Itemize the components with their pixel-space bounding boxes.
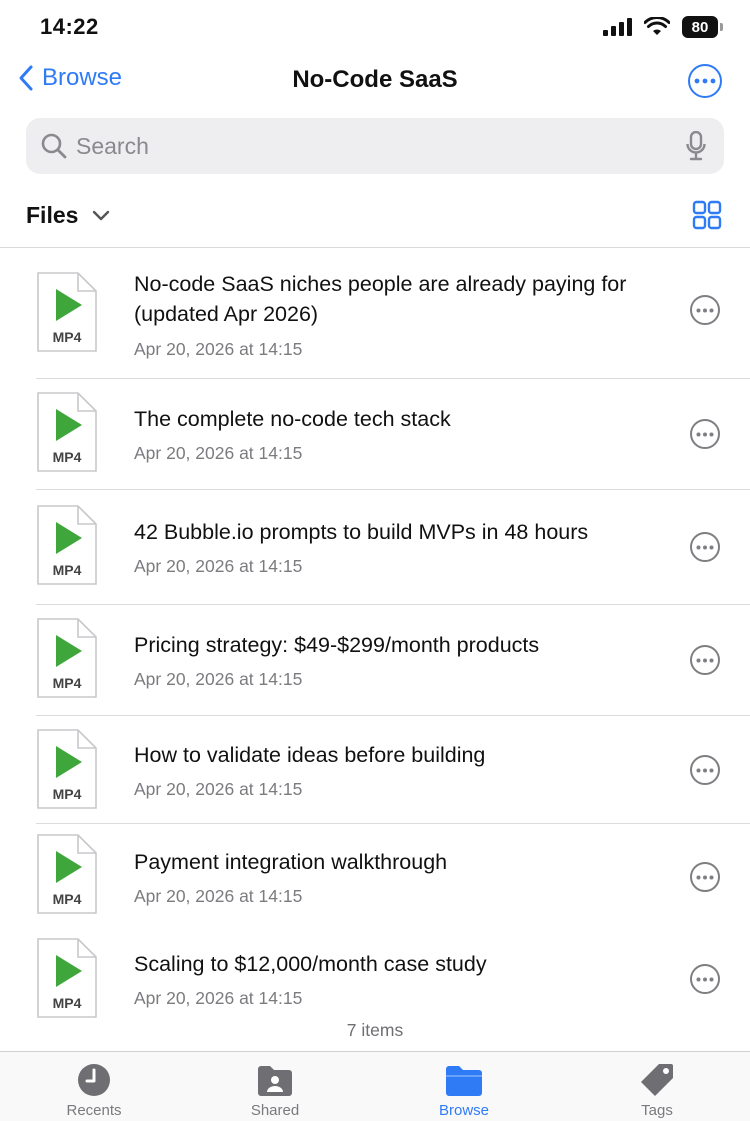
search-icon — [41, 133, 67, 159]
status-icons: 80 — [602, 16, 723, 38]
file-list: MP4 No-code SaaS niches people are alrea… — [0, 249, 750, 1027]
tab-label: Browse — [438, 1102, 490, 1119]
tab-label: Shared — [250, 1102, 300, 1119]
files-sort-menu[interactable]: Files — [26, 202, 110, 229]
file-title: Scaling to $12,000/month case study — [134, 952, 487, 976]
file-date: Apr 20, 2026 at 14:15 — [134, 669, 303, 689]
status-bar: 14:22 80 — [0, 0, 750, 56]
file-row[interactable]: MP4 No-code SaaS niches people are alrea… — [0, 249, 750, 379]
file-more-button[interactable] — [690, 862, 720, 892]
file-title: Pricing strategy: $49-$299/month product… — [134, 633, 540, 657]
tab-tags[interactable]: Tags — [587, 1062, 727, 1119]
microphone-icon[interactable] — [686, 131, 706, 161]
file-extension: MP4 — [52, 329, 82, 345]
mp4-file-icon: MP4 — [36, 833, 98, 915]
file-date: Apr 20, 2026 at 14:15 — [134, 886, 303, 906]
file-extension: MP4 — [52, 449, 82, 465]
file-more-button[interactable] — [690, 532, 720, 562]
cellular-signal-icon — [603, 18, 632, 36]
file-extension: MP4 — [52, 786, 82, 802]
file-extension: MP4 — [52, 891, 82, 907]
mp4-file-icon: MP4 — [36, 617, 98, 699]
file-date: Apr 20, 2026 at 14:15 — [134, 779, 303, 799]
tag-icon — [641, 1064, 673, 1096]
ellipsis-icon — [696, 432, 714, 436]
more-options-button[interactable] — [688, 64, 722, 98]
status-time: 14:22 — [40, 14, 99, 39]
search-input[interactable] — [76, 130, 656, 162]
file-more-button[interactable] — [690, 419, 720, 449]
file-row[interactable]: MP4 Scaling to $12,000/month case study … — [0, 927, 750, 1027]
ellipsis-icon — [696, 545, 714, 549]
tab-bar: Recents Shared Browse Tags — [0, 1051, 750, 1121]
tab-label: Tags — [641, 1102, 673, 1119]
page-title: No-Code SaaS — [292, 66, 458, 93]
file-title: No-code SaaS niches people are already p… — [134, 272, 627, 326]
chevron-down-icon — [93, 210, 110, 220]
file-more-button[interactable] — [690, 755, 720, 785]
grid-view-icon[interactable] — [692, 200, 722, 230]
mp4-file-icon: MP4 — [36, 391, 98, 473]
shared-folder-icon — [258, 1066, 292, 1096]
mp4-file-icon: MP4 — [36, 728, 98, 810]
files-app-screen: 14:22 80 Browse No-Code SaaS Search File… — [0, 0, 750, 1121]
file-date: Apr 20, 2026 at 14:15 — [134, 988, 303, 1008]
file-row[interactable]: MP4 Payment integration walkthrough Apr … — [0, 824, 750, 927]
file-more-button[interactable] — [690, 964, 720, 994]
clock-icon — [78, 1064, 110, 1096]
battery-icon: 80 — [682, 16, 723, 38]
file-row[interactable]: MP4 42 Bubble.io prompts to build MVPs i… — [0, 490, 750, 605]
file-title: How to validate ideas before building — [134, 743, 486, 767]
files-header: Files — [0, 196, 750, 248]
ellipsis-icon — [696, 768, 714, 772]
ellipsis-icon — [696, 658, 714, 662]
ellipsis-icon — [694, 78, 716, 84]
tab-browse[interactable]: Browse — [394, 1062, 534, 1119]
file-date: Apr 20, 2026 at 14:15 — [134, 556, 303, 576]
tab-recents[interactable]: Recents — [24, 1062, 164, 1119]
file-title: Payment integration walkthrough — [134, 850, 448, 874]
tab-label: Recents — [66, 1102, 122, 1119]
wifi-icon — [644, 17, 670, 35]
navigation-bar: Browse No-Code SaaS — [0, 56, 750, 108]
files-label: Files — [26, 202, 79, 228]
file-title: 42 Bubble.io prompts to build MVPs in 48… — [134, 520, 589, 544]
item-count: 7 items — [346, 1020, 404, 1040]
mp4-file-icon: MP4 — [36, 271, 98, 353]
file-extension: MP4 — [52, 675, 82, 691]
file-more-button[interactable] — [690, 295, 720, 325]
folder-icon — [446, 1066, 482, 1096]
file-extension: MP4 — [52, 995, 82, 1011]
file-title: The complete no-code tech stack — [134, 407, 451, 431]
ellipsis-icon — [696, 308, 714, 312]
ellipsis-icon — [696, 977, 714, 981]
search-bar[interactable] — [26, 118, 724, 174]
file-row[interactable]: MP4 Pricing strategy: $49-$299/month pro… — [0, 605, 750, 716]
file-date: Apr 20, 2026 at 14:15 — [134, 339, 303, 359]
file-more-button[interactable] — [690, 645, 720, 675]
file-extension: MP4 — [52, 562, 82, 578]
mp4-file-icon: MP4 — [36, 937, 98, 1019]
file-row[interactable]: MP4 How to validate ideas before buildin… — [0, 716, 750, 824]
file-row[interactable]: MP4 The complete no-code tech stack Apr … — [0, 379, 750, 490]
mp4-file-icon: MP4 — [36, 504, 98, 586]
tab-shared[interactable]: Shared — [205, 1062, 345, 1119]
ellipsis-icon — [696, 875, 714, 879]
file-date: Apr 20, 2026 at 14:15 — [134, 443, 303, 463]
